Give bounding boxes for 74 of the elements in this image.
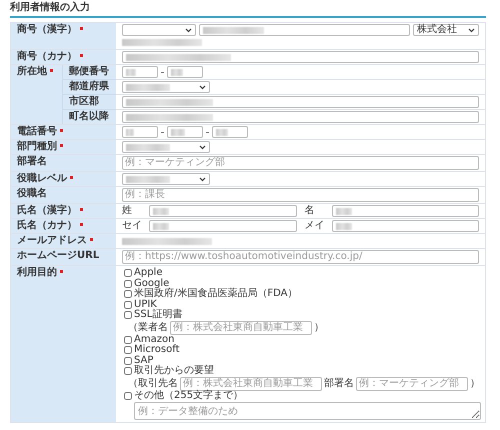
field-label: 都道府県 (62, 80, 119, 95)
purpose-option[interactable]: Google (124, 278, 483, 289)
field-label: 商号（カナ） (11, 50, 116, 64)
input-field[interactable] (167, 66, 203, 78)
field-caption: ） (470, 378, 480, 388)
select-dropdown[interactable] (122, 141, 210, 153)
purpose-option[interactable]: その他（255文字まで） (124, 390, 483, 401)
field-label: 部門種別 (11, 140, 116, 154)
field-caption: 部署名 (324, 378, 354, 388)
field-label: 氏名（漢字） (11, 204, 116, 218)
input-field[interactable] (122, 111, 479, 123)
field-label: 部署名 (11, 155, 116, 171)
chevron-icon (199, 144, 206, 150)
field-label: 氏名（カナ） (11, 219, 116, 233)
select-dropdown[interactable] (122, 173, 210, 185)
name-part-label: 姓 (122, 206, 133, 216)
input-field[interactable]: 例：課長 (122, 188, 479, 202)
input-field[interactable] (149, 205, 296, 217)
input-field[interactable] (122, 126, 158, 138)
field-label: 役職レベル (11, 172, 116, 186)
checkbox[interactable] (124, 367, 132, 376)
input-field[interactable] (332, 205, 479, 217)
input-field[interactable] (122, 66, 158, 78)
blurred-value (171, 128, 185, 136)
checkbox[interactable] (124, 269, 132, 278)
field-label: 商号（漢字） (11, 23, 116, 49)
input-field[interactable] (167, 126, 203, 138)
purpose-option[interactable]: 米国政府/米国食品医薬品局（FDA） (124, 289, 483, 300)
field-label: 郵便番号 (62, 65, 119, 80)
field-caption: （取引先名 (128, 378, 178, 388)
select-dropdown[interactable] (122, 24, 196, 36)
field-label: 電話番号 (11, 125, 116, 139)
input-field[interactable] (122, 51, 479, 63)
field-label: 役職名 (11, 187, 116, 203)
field-label: 利用目的 (11, 266, 116, 422)
field-label: メールアドレス (11, 234, 116, 248)
purpose-option[interactable]: SSL証明書 (124, 310, 483, 320)
input-field[interactable] (149, 220, 296, 232)
blurred-value (171, 68, 183, 76)
chevron-icon (199, 176, 206, 182)
purpose-option[interactable]: Microsoft (124, 345, 483, 356)
purpose-option[interactable]: SAP (124, 356, 483, 366)
checkbox[interactable] (124, 356, 132, 365)
checkbox[interactable] (124, 311, 132, 320)
select-dropdown[interactable]: 株式会社 (413, 24, 479, 36)
checkbox[interactable] (124, 280, 132, 288)
purpose-option[interactable]: UPIK (124, 300, 483, 310)
name-part-label: 名 (304, 206, 316, 216)
blurred-value (216, 128, 228, 136)
input-field[interactable] (122, 96, 479, 108)
field-caption: ） (314, 322, 324, 332)
name-part-label: メイ (304, 221, 326, 231)
purpose-option[interactable]: Apple (124, 268, 483, 278)
checkbox[interactable] (124, 346, 132, 354)
field-label: 市区郡 (62, 95, 119, 110)
checkbox[interactable] (124, 290, 132, 298)
select-dropdown[interactable] (122, 81, 210, 93)
field-label: ホームページURL (11, 249, 116, 265)
chevron-icon (185, 28, 192, 32)
field-caption: （業者名 (128, 322, 168, 332)
checkbox[interactable] (124, 300, 132, 309)
input-field[interactable] (212, 126, 248, 138)
chevron-icon (468, 28, 475, 32)
form-title: 利用者情報の入力 (10, 0, 486, 18)
input-field[interactable]: 例：https://www.toshoautomotiveindustry.co.jp/ (122, 250, 479, 264)
checkbox[interactable] (124, 336, 132, 344)
purpose-option[interactable]: 取引先からの要望 (124, 366, 483, 376)
name-part-label: セイ (122, 221, 143, 231)
chevron-icon (199, 84, 206, 90)
input-field[interactable] (332, 220, 479, 232)
purpose-option[interactable]: Amazon (124, 334, 483, 345)
checkbox[interactable] (124, 392, 132, 400)
text-area[interactable]: 例：データ整備のため (134, 402, 481, 420)
input-field[interactable] (199, 24, 410, 36)
